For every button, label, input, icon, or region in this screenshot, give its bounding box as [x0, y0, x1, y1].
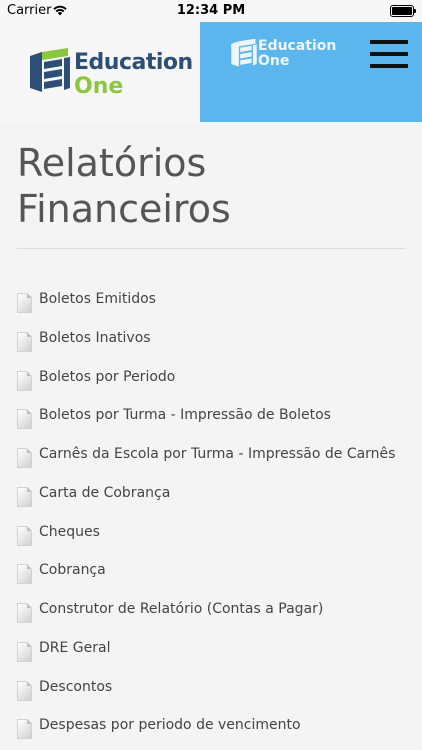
document-icon [17, 293, 32, 313]
document-icon [17, 486, 32, 507]
report-list: Boletos Emitidos Boletos Inativos Boleto… [17, 285, 417, 750]
logo-word-one: One [74, 74, 124, 99]
education-one-logo[interactable]: Education One [28, 44, 193, 100]
document-icon [17, 448, 32, 468]
report-item-label[interactable]: Boletos por Turma - Impressão de Boletos [39, 407, 331, 423]
hamburger-menu-icon[interactable] [370, 40, 408, 70]
document-icon [17, 409, 32, 430]
document-icon [17, 564, 32, 585]
report-item-label[interactable]: Carnês da Escola por Turma - Impressão d… [39, 446, 395, 462]
education-one-logo-small: Education One [230, 36, 340, 76]
report-item-label[interactable]: Construtor de Relatório (Contas a Pagar) [39, 601, 323, 617]
report-item-label[interactable]: Boletos Inativos [39, 330, 151, 346]
report-item-boletos-emitidos[interactable]: Boletos Emitidos [17, 285, 417, 324]
logo-mark-icon [30, 48, 70, 92]
document-icon [17, 370, 32, 391]
report-item-carta-de-cobranca[interactable]: Carta de Cobrança [17, 479, 417, 518]
report-item-cheques[interactable]: Cheques [17, 518, 417, 557]
report-item-despesas-por-periodo[interactable]: Despesas por periodo de vencimento [17, 711, 417, 750]
title-divider [17, 248, 405, 249]
logo-small-word-one: One [258, 53, 290, 69]
report-item-cobranca[interactable]: Cobrança [17, 556, 417, 595]
report-item-label[interactable]: DRE Geral [39, 640, 111, 656]
logo-mark-small-icon [231, 38, 257, 67]
report-item-boletos-por-turma[interactable]: Boletos por Turma - Impressão de Boletos [17, 401, 417, 440]
header-logo-panel: Education One [0, 22, 200, 122]
document-icon [17, 603, 32, 623]
report-item-construtor-de-relatorio[interactable]: Construtor de Relatório (Contas a Pagar) [17, 595, 417, 634]
status-bar: Carrier 12:34 PM [0, 0, 422, 22]
document-icon [17, 641, 32, 662]
logo-small-word-education: Education [258, 38, 337, 54]
report-item-label[interactable]: Cobrança [39, 562, 106, 578]
report-item-carnes-por-turma[interactable]: Carnês da Escola por Turma - Impressão d… [17, 440, 417, 479]
report-item-boletos-inativos[interactable]: Boletos Inativos [17, 324, 417, 363]
clock: 12:34 PM [176, 3, 246, 18]
document-icon [17, 331, 32, 352]
app-header: Education One Education One [0, 22, 422, 122]
document-icon [17, 525, 32, 546]
report-item-label[interactable]: Despesas por periodo de vencimento [39, 717, 301, 733]
document-icon [17, 680, 32, 701]
report-item-label[interactable]: Boletos por Periodo [39, 369, 175, 385]
report-item-label[interactable]: Carta de Cobrança [39, 485, 170, 501]
report-item-label[interactable]: Cheques [39, 524, 100, 540]
battery-icon [390, 5, 416, 17]
report-item-descontos[interactable]: Descontos [17, 673, 417, 712]
report-item-label[interactable]: Descontos [39, 679, 112, 695]
document-icon [17, 719, 32, 740]
report-item-label[interactable]: Boletos Emitidos [39, 291, 156, 307]
report-item-boletos-por-periodo[interactable]: Boletos por Periodo [17, 363, 417, 402]
header-banner: Education One [200, 22, 422, 122]
report-item-dre-geral[interactable]: DRE Geral [17, 634, 417, 673]
page-title: Relatórios Financeiros [17, 141, 231, 231]
logo-word-education: Education [74, 50, 193, 75]
